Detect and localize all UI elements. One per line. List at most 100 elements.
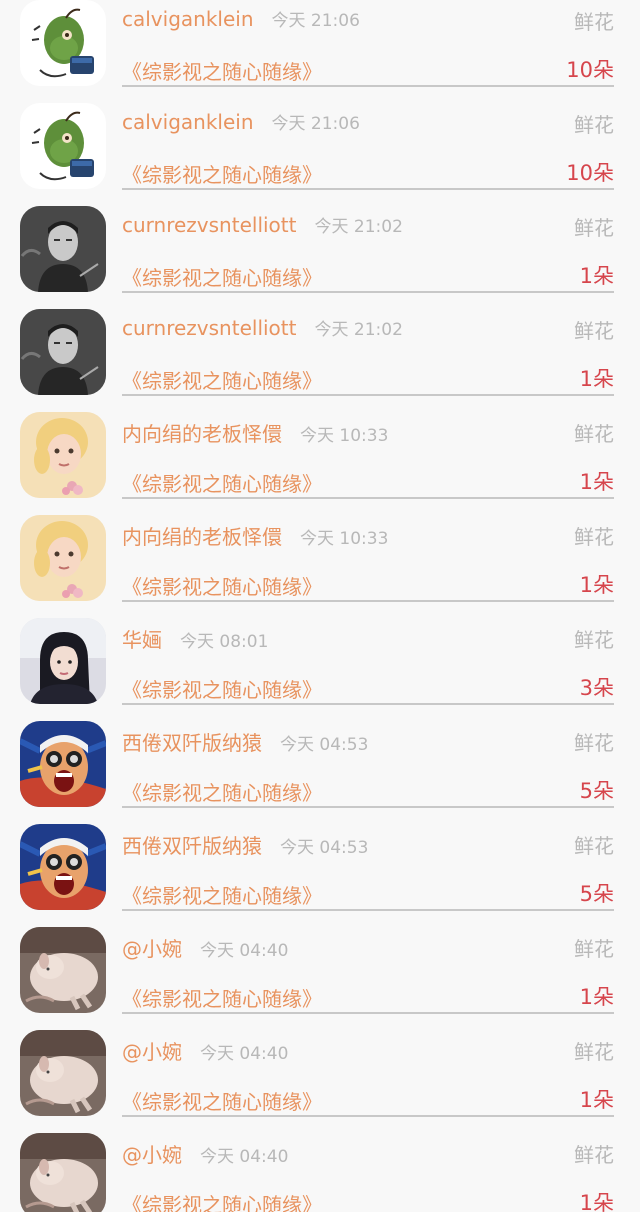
gift-count: 10朵 xyxy=(566,58,614,82)
book-title-link[interactable]: 《综影视之随心随缘》 xyxy=(122,262,322,291)
row-divider xyxy=(122,909,614,911)
grayscale-man-photo-avatar-icon xyxy=(20,309,106,395)
gift-type-label: 鲜花 xyxy=(574,113,614,137)
sleeping-puppy-photo-avatar-icon xyxy=(20,1133,106,1212)
gift-count: 1朵 xyxy=(579,367,614,391)
gift-count: 1朵 xyxy=(579,1088,614,1112)
gift-record-row[interactable]: curnrezvsntelliott 今天 21:02 鲜花 《综影视之随心随缘》… xyxy=(0,206,640,309)
dark-hair-girl-photo-avatar-icon xyxy=(20,618,106,704)
gift-record-row[interactable]: curnrezvsntelliott 今天 21:02 鲜花 《综影视之随心随缘》… xyxy=(0,309,640,412)
row-divider xyxy=(122,497,614,499)
book-title-link[interactable]: 《综影视之随心随缘》 xyxy=(122,571,322,600)
user-avatar[interactable] xyxy=(20,824,106,910)
user-avatar[interactable] xyxy=(20,721,106,807)
gift-record-row[interactable]: calviganklein 今天 21:06 鲜花 《综影视之随心随缘》 10朵 xyxy=(0,103,640,206)
timestamp: 今天 10:33 xyxy=(300,426,389,446)
gift-type-label: 鲜花 xyxy=(574,1040,614,1064)
row-divider xyxy=(122,188,614,190)
book-title-link[interactable]: 《综影视之随心随缘》 xyxy=(122,365,322,394)
username[interactable]: curnrezvsntelliott xyxy=(122,316,296,340)
timestamp: 今天 21:02 xyxy=(314,217,403,237)
username[interactable]: calviganklein xyxy=(122,110,254,134)
gift-type-label: 鲜花 xyxy=(574,422,614,446)
gift-record-row[interactable]: @小婉 今天 04:40 鲜花 《综影视之随心随缘》 1朵 xyxy=(0,927,640,1030)
username[interactable]: 内向绢的老板怿儇 xyxy=(122,525,282,549)
user-avatar[interactable] xyxy=(20,103,106,189)
gift-type-label: 鲜花 xyxy=(574,731,614,755)
gift-count: 1朵 xyxy=(579,1191,614,1212)
gift-count: 5朵 xyxy=(579,882,614,906)
timestamp: 今天 04:53 xyxy=(280,735,369,755)
book-title-link[interactable]: 《综影视之随心随缘》 xyxy=(122,880,322,909)
gift-type-label: 鲜花 xyxy=(574,1143,614,1167)
username[interactable]: 西倦双阡版纳猿 xyxy=(122,731,262,755)
row-divider xyxy=(122,600,614,602)
user-avatar[interactable] xyxy=(20,309,106,395)
timestamp: 今天 08:01 xyxy=(180,632,269,652)
user-avatar[interactable] xyxy=(20,206,106,292)
screaming-cartoon-man-avatar-icon xyxy=(20,824,106,910)
gift-record-row[interactable]: 内向绢的老板怿儇 今天 10:33 鲜花 《综影视之随心随缘》 1朵 xyxy=(0,412,640,515)
gift-record-row[interactable]: calviganklein 今天 21:06 鲜花 《综影视之随心随缘》 10朵 xyxy=(0,0,640,103)
gift-count: 3朵 xyxy=(579,676,614,700)
gift-record-row[interactable]: 西倦双阡版纳猿 今天 04:53 鲜花 《综影视之随心随缘》 5朵 xyxy=(0,721,640,824)
book-title-link[interactable]: 《综影视之随心随缘》 xyxy=(122,159,322,188)
user-avatar[interactable] xyxy=(20,1030,106,1116)
timestamp: 今天 04:40 xyxy=(200,941,289,961)
timestamp: 今天 21:06 xyxy=(271,114,360,134)
timestamp: 今天 10:33 xyxy=(300,529,389,549)
book-title-link[interactable]: 《综影视之随心随缘》 xyxy=(122,674,322,703)
gift-record-row[interactable]: @小婉 今天 04:40 鲜花 《综影视之随心随缘》 1朵 xyxy=(0,1030,640,1133)
username[interactable]: 西倦双阡版纳猿 xyxy=(122,834,262,858)
gift-type-label: 鲜花 xyxy=(574,319,614,343)
user-avatar[interactable] xyxy=(20,927,106,1013)
blonde-child-photo-avatar-icon xyxy=(20,515,106,601)
row-divider xyxy=(122,703,614,705)
username[interactable]: 内向绢的老板怿儇 xyxy=(122,422,282,446)
book-title-link[interactable]: 《综影视之随心随缘》 xyxy=(122,1086,322,1115)
gift-count: 1朵 xyxy=(579,470,614,494)
screaming-cartoon-man-avatar-icon xyxy=(20,721,106,807)
green-sprout-cartoon-avatar-icon xyxy=(20,0,106,86)
row-divider xyxy=(122,291,614,293)
user-avatar[interactable] xyxy=(20,515,106,601)
username[interactable]: @小婉 xyxy=(122,937,182,961)
user-avatar[interactable] xyxy=(20,618,106,704)
gift-type-label: 鲜花 xyxy=(574,525,614,549)
timestamp: 今天 04:40 xyxy=(200,1044,289,1064)
gift-record-row[interactable]: 华婳 今天 08:01 鲜花 《综影视之随心随缘》 3朵 xyxy=(0,618,640,721)
user-avatar[interactable] xyxy=(20,1133,106,1212)
gift-record-list: calviganklein 今天 21:06 鲜花 《综影视之随心随缘》 10朵 … xyxy=(0,0,640,1212)
sleeping-puppy-photo-avatar-icon xyxy=(20,927,106,1013)
gift-type-label: 鲜花 xyxy=(574,834,614,858)
username[interactable]: 华婳 xyxy=(122,628,162,652)
row-divider xyxy=(122,1012,614,1014)
timestamp: 今天 21:02 xyxy=(314,320,403,340)
gift-record-row[interactable]: @小婉 今天 04:40 鲜花 《综影视之随心随缘》 1朵 xyxy=(0,1133,640,1212)
book-title-link[interactable]: 《综影视之随心随缘》 xyxy=(122,1189,322,1212)
book-title-link[interactable]: 《综影视之随心随缘》 xyxy=(122,468,322,497)
username[interactable]: @小婉 xyxy=(122,1143,182,1167)
gift-count: 5朵 xyxy=(579,779,614,803)
gift-count: 10朵 xyxy=(566,161,614,185)
sleeping-puppy-photo-avatar-icon xyxy=(20,1030,106,1116)
gift-record-row[interactable]: 内向绢的老板怿儇 今天 10:33 鲜花 《综影视之随心随缘》 1朵 xyxy=(0,515,640,618)
row-divider xyxy=(122,85,614,87)
gift-count: 1朵 xyxy=(579,264,614,288)
user-avatar[interactable] xyxy=(20,0,106,86)
gift-record-row[interactable]: 西倦双阡版纳猿 今天 04:53 鲜花 《综影视之随心随缘》 5朵 xyxy=(0,824,640,927)
book-title-link[interactable]: 《综影视之随心随缘》 xyxy=(122,983,322,1012)
gift-count: 1朵 xyxy=(579,985,614,1009)
username[interactable]: @小婉 xyxy=(122,1040,182,1064)
user-avatar[interactable] xyxy=(20,412,106,498)
blonde-child-photo-avatar-icon xyxy=(20,412,106,498)
username[interactable]: calviganklein xyxy=(122,7,254,31)
timestamp: 今天 04:53 xyxy=(280,838,369,858)
row-divider xyxy=(122,806,614,808)
timestamp: 今天 04:40 xyxy=(200,1147,289,1167)
book-title-link[interactable]: 《综影视之随心随缘》 xyxy=(122,56,322,85)
book-title-link[interactable]: 《综影视之随心随缘》 xyxy=(122,777,322,806)
username[interactable]: curnrezvsntelliott xyxy=(122,213,296,237)
green-sprout-cartoon-avatar-icon xyxy=(20,103,106,189)
gift-type-label: 鲜花 xyxy=(574,937,614,961)
